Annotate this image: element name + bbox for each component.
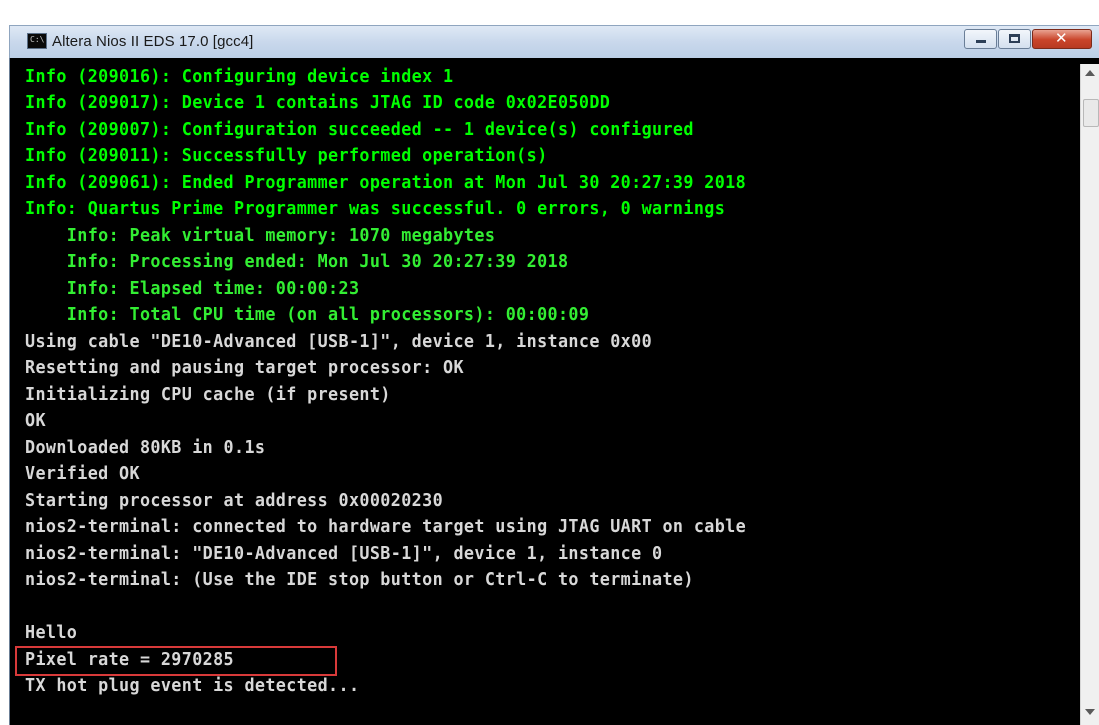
maximize-button[interactable] xyxy=(998,29,1031,49)
close-button[interactable]: ✕ xyxy=(1032,29,1092,49)
console-line: Resetting and pausing target processor: … xyxy=(25,357,464,378)
highlight-box xyxy=(15,646,337,676)
vertical-scrollbar[interactable] xyxy=(1080,64,1099,725)
console-line: Starting processor at address 0x00020230 xyxy=(25,490,444,511)
scroll-up-arrow-icon[interactable] xyxy=(1085,70,1095,76)
console-line: nios2-terminal: connected to hardware ta… xyxy=(25,516,747,537)
console-line: Info: Quartus Prime Programmer was succe… xyxy=(25,198,726,219)
console-line: OK xyxy=(25,410,46,431)
console-line: Verified OK xyxy=(25,463,140,484)
console-line: Info (209007): Configuration succeeded -… xyxy=(25,119,694,140)
console-line: Using cable "DE10-Advanced [USB-1]", dev… xyxy=(25,331,653,352)
title-bar[interactable]: C:\ Altera Nios II EDS 17.0 [gcc4] ✕ xyxy=(9,25,1099,58)
console-output[interactable]: Info (209016): Configuring device index … xyxy=(12,64,1080,725)
close-icon: ✕ xyxy=(1055,29,1068,47)
scrollbar-thumb[interactable] xyxy=(1083,99,1099,127)
scroll-down-arrow-icon[interactable] xyxy=(1085,709,1095,715)
console-line: TX hot plug event is detected... xyxy=(25,675,360,696)
console-line: Info (209016): Configuring device index … xyxy=(25,66,454,87)
console-line: Info (209017): Device 1 contains JTAG ID… xyxy=(25,92,611,113)
window-title: Altera Nios II EDS 17.0 [gcc4] xyxy=(52,33,254,50)
console-line: Hello xyxy=(25,622,78,643)
minimize-icon xyxy=(976,40,986,43)
console-line: Info (209011): Successfully performed op… xyxy=(25,145,548,166)
console-line: Info: Peak virtual memory: 1070 megabyte… xyxy=(25,225,496,246)
minimize-button[interactable] xyxy=(964,29,997,49)
console-line: Info: Processing ended: Mon Jul 30 20:27… xyxy=(25,251,569,272)
console-line: Info: Elapsed time: 00:00:23 xyxy=(25,278,360,299)
maximize-icon xyxy=(1009,34,1020,43)
console-app-icon[interactable]: C:\ xyxy=(27,33,47,49)
console-line: Initializing CPU cache (if present) xyxy=(25,384,391,405)
console-line: Downloaded 80KB in 0.1s xyxy=(25,437,266,458)
console-line: Info: Total CPU time (on all processors)… xyxy=(25,304,590,325)
console-line: nios2-terminal: (Use the IDE stop button… xyxy=(25,569,694,590)
console-line: nios2-terminal: "DE10-Advanced [USB-1]",… xyxy=(25,543,663,564)
console-line: Info (209061): Ended Programmer operatio… xyxy=(25,172,747,193)
